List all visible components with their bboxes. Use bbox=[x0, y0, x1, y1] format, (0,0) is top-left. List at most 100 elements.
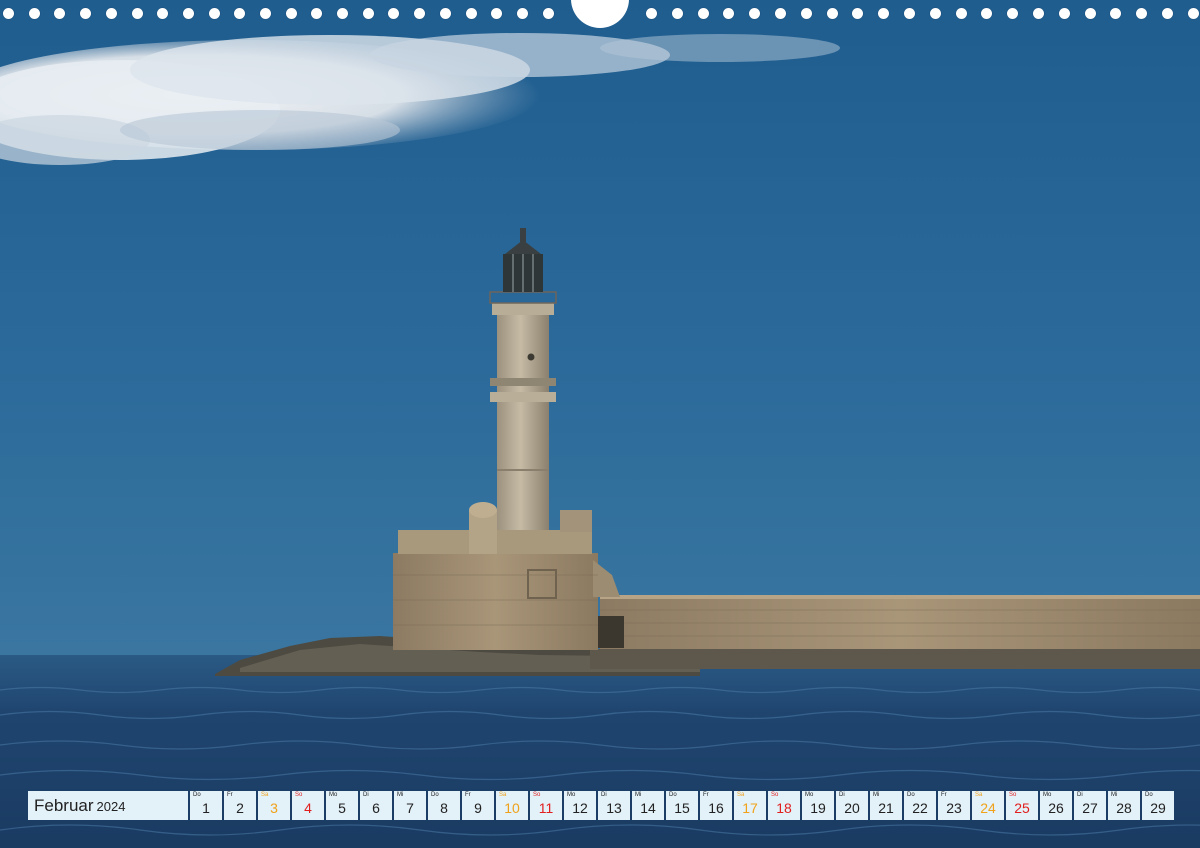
day-number: 2 bbox=[236, 800, 244, 816]
day-number: 1 bbox=[202, 800, 210, 816]
weekday-abbrev: Do bbox=[193, 792, 201, 798]
day-number: 21 bbox=[878, 800, 894, 816]
binding-hole bbox=[749, 8, 760, 19]
binding-hole bbox=[54, 8, 65, 19]
day-number: 3 bbox=[270, 800, 278, 816]
weekday-abbrev: So bbox=[771, 792, 779, 798]
weekday-abbrev: Mo bbox=[329, 792, 338, 798]
day-number: 9 bbox=[474, 800, 482, 816]
day-number: 15 bbox=[674, 800, 690, 816]
binding-hole bbox=[1188, 8, 1199, 19]
binding-hole bbox=[956, 8, 967, 19]
binding-hole bbox=[29, 8, 40, 19]
weekday-abbrev: Mo bbox=[567, 792, 576, 798]
binding-hole bbox=[1110, 8, 1121, 19]
calendar-day: Sa 17 bbox=[734, 791, 766, 820]
day-number: 5 bbox=[338, 800, 346, 816]
binding-hole bbox=[106, 8, 117, 19]
month-name: Februar bbox=[34, 796, 94, 815]
calendar-day: So 18 bbox=[768, 791, 800, 820]
weekday-abbrev: Do bbox=[669, 792, 677, 798]
binding-hole bbox=[852, 8, 863, 19]
weekday-abbrev: Mo bbox=[1043, 792, 1052, 798]
binding-hole bbox=[440, 8, 451, 19]
day-number: 28 bbox=[1116, 800, 1132, 816]
weekday-abbrev: Fr bbox=[703, 792, 709, 798]
day-number: 23 bbox=[946, 800, 962, 816]
calendar-day: Mo 26 bbox=[1040, 791, 1072, 820]
binding-hole bbox=[311, 8, 322, 19]
calendar-day: Do 22 bbox=[904, 791, 936, 820]
binding-hole bbox=[672, 8, 683, 19]
calendar-day: So 11 bbox=[530, 791, 562, 820]
weekday-abbrev: Sa bbox=[737, 792, 745, 798]
calendar-day: Di 13 bbox=[598, 791, 630, 820]
calendar-day: Mi 14 bbox=[632, 791, 664, 820]
weekday-abbrev: Mi bbox=[1111, 792, 1118, 798]
binding-hole bbox=[491, 8, 502, 19]
binding-hole bbox=[286, 8, 297, 19]
day-number: 6 bbox=[372, 800, 380, 816]
calendar-day: Mo 19 bbox=[802, 791, 834, 820]
calendar-day: Mi 21 bbox=[870, 791, 902, 820]
binding-hole bbox=[209, 8, 220, 19]
weekday-abbrev: Do bbox=[1145, 792, 1153, 798]
weekday-abbrev: So bbox=[533, 792, 541, 798]
weekday-abbrev: Do bbox=[907, 792, 915, 798]
binding-hole bbox=[260, 8, 271, 19]
calendar-day: Fr 16 bbox=[700, 791, 732, 820]
calendar-day: Di 6 bbox=[360, 791, 392, 820]
day-number: 14 bbox=[640, 800, 656, 816]
weekday-abbrev: Sa bbox=[975, 792, 983, 798]
lighthouse-harbour-photo bbox=[0, 0, 1200, 848]
calendar-day: Sa 24 bbox=[972, 791, 1004, 820]
binding-hole bbox=[723, 8, 734, 19]
binding-hole bbox=[981, 8, 992, 19]
weekday-abbrev: Di bbox=[839, 792, 845, 798]
calendar-day: Mi 7 bbox=[394, 791, 426, 820]
calendar-day: Do 1 bbox=[190, 791, 222, 820]
day-number: 8 bbox=[440, 800, 448, 816]
calendar-day: Fr 2 bbox=[224, 791, 256, 820]
weekday-abbrev: Fr bbox=[227, 792, 233, 798]
binding-hole bbox=[698, 8, 709, 19]
binding-hole bbox=[234, 8, 245, 19]
month-label: Februar 2024 bbox=[28, 791, 188, 820]
day-number: 26 bbox=[1048, 800, 1064, 816]
binding-hole bbox=[80, 8, 91, 19]
calendar-day: Sa 3 bbox=[258, 791, 290, 820]
calendar-day: So 25 bbox=[1006, 791, 1038, 820]
calendar-day: Mo 12 bbox=[564, 791, 596, 820]
weekday-abbrev: Mi bbox=[635, 792, 642, 798]
day-number: 24 bbox=[980, 800, 996, 816]
day-number: 29 bbox=[1150, 800, 1166, 816]
binding-hole bbox=[827, 8, 838, 19]
calendar-day: Sa 10 bbox=[496, 791, 528, 820]
weekday-abbrev: Fr bbox=[941, 792, 947, 798]
weekday-abbrev: Mo bbox=[805, 792, 814, 798]
weekday-abbrev: Mi bbox=[397, 792, 404, 798]
binding-hole bbox=[1059, 8, 1070, 19]
binding-hole bbox=[132, 8, 143, 19]
weekday-abbrev: So bbox=[295, 792, 303, 798]
weekday-abbrev: Fr bbox=[465, 792, 471, 798]
binding-hole bbox=[3, 8, 14, 19]
day-number: 22 bbox=[912, 800, 928, 816]
day-number: 11 bbox=[538, 800, 554, 816]
day-number: 27 bbox=[1082, 800, 1098, 816]
calendar-day: Di 20 bbox=[836, 791, 868, 820]
day-number: 18 bbox=[776, 800, 792, 816]
weekday-abbrev: Di bbox=[601, 792, 607, 798]
day-number: 7 bbox=[406, 800, 414, 816]
binding-hole bbox=[1085, 8, 1096, 19]
day-number: 16 bbox=[708, 800, 724, 816]
day-number: 10 bbox=[504, 800, 520, 816]
calendar-day: Do 15 bbox=[666, 791, 698, 820]
binding-hole bbox=[930, 8, 941, 19]
weekday-abbrev: Di bbox=[1077, 792, 1083, 798]
binding-hole bbox=[517, 8, 528, 19]
binding-hole bbox=[363, 8, 374, 19]
weekday-abbrev: Mi bbox=[873, 792, 880, 798]
binding-hole bbox=[388, 8, 399, 19]
binding-hole bbox=[1136, 8, 1147, 19]
